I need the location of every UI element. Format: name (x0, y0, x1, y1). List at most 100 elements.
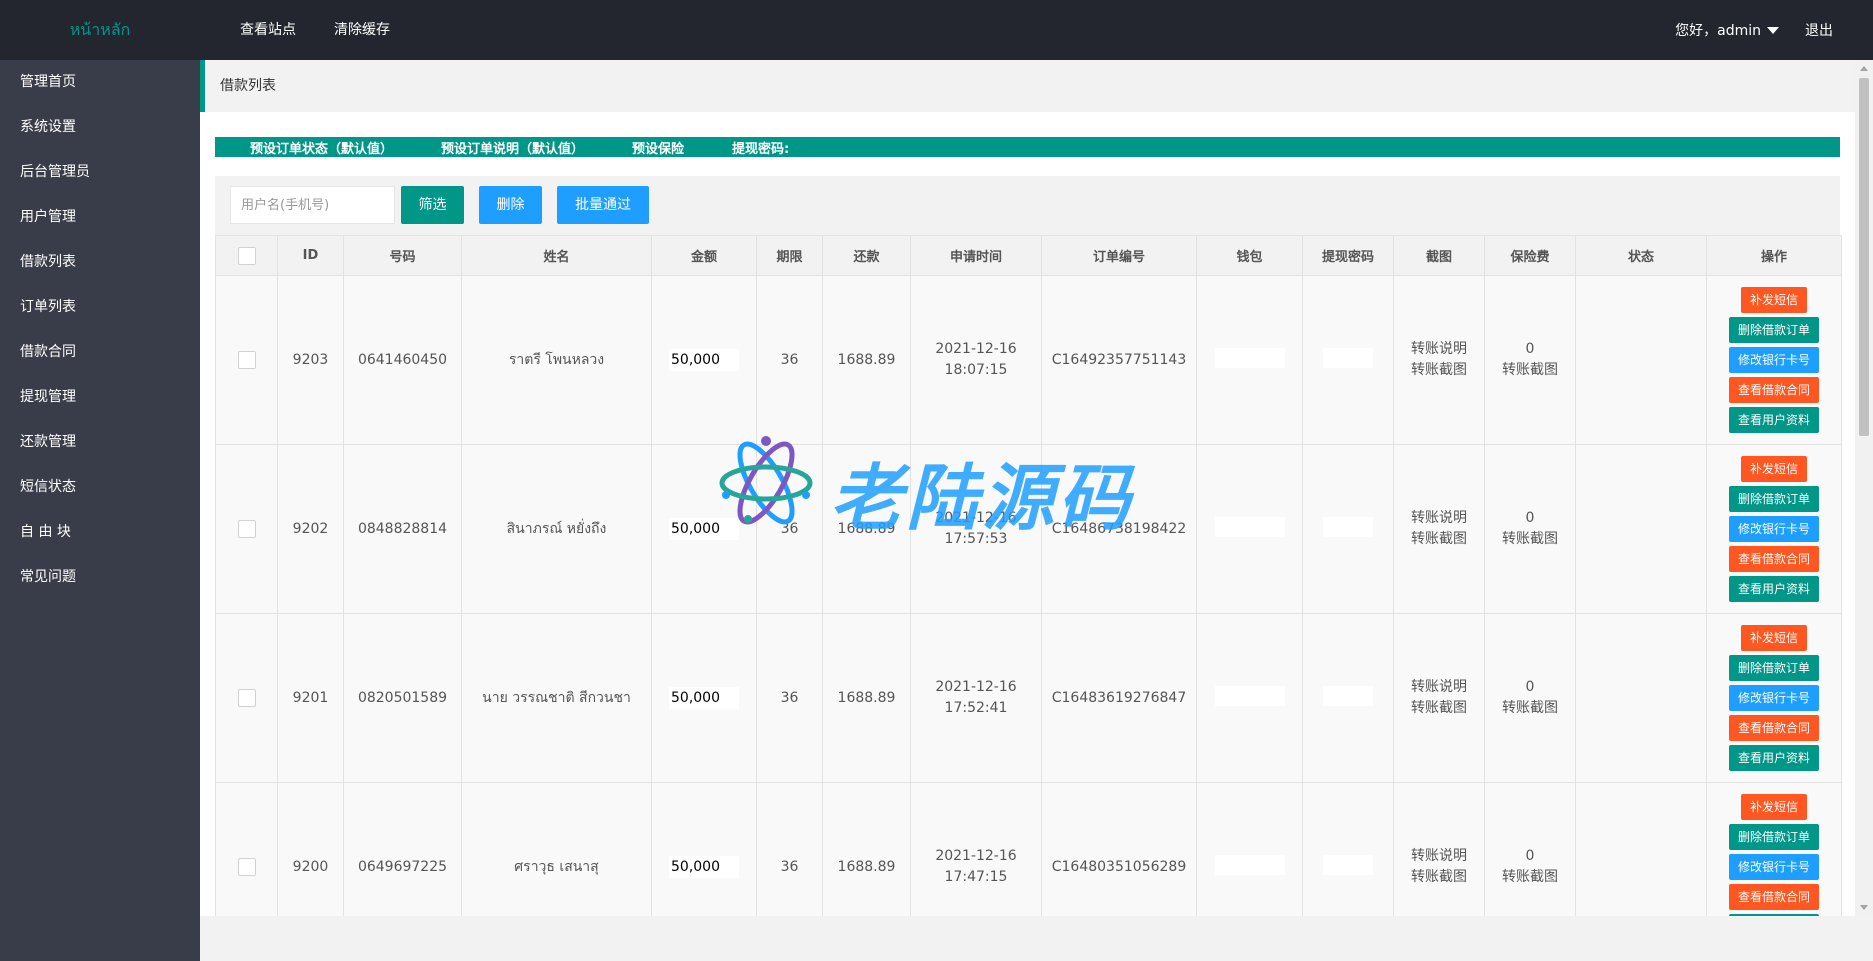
wallet-field[interactable] (1214, 686, 1285, 706)
amount-field[interactable]: 50,000 (669, 687, 739, 709)
cell-id: 9202 (277, 444, 344, 614)
column-header: 截图 (1393, 235, 1485, 276)
main-content: 借款列表 预设订单状态（默认值） 预设订单说明（默认值） 预设保险 提现密码: … (200, 60, 1855, 916)
cell-actions: 补发短信删除借款订单修改银行卡号查看借款合同查看用户资料 (1706, 444, 1842, 614)
preset-order-status[interactable]: 预设订单状态（默认值） (250, 138, 393, 157)
insurance-fee: 0 (1525, 848, 1535, 864)
select-all-checkbox[interactable] (237, 246, 256, 265)
transfer-screenshot-link[interactable]: 转账截图 (1394, 698, 1484, 719)
delete-loan-order-button[interactable]: 删除借款订单 (1728, 317, 1819, 343)
column-header: 订单编号 (1041, 235, 1197, 276)
insurance-screenshot-link[interactable]: 转账截图 (1485, 529, 1575, 550)
withdraw-password-field[interactable] (1323, 517, 1373, 537)
transfer-screenshot-link[interactable]: 转账截图 (1394, 529, 1484, 550)
insurance-screenshot-link[interactable]: 转账截图 (1485, 867, 1575, 888)
logout-link[interactable]: 退出 (1805, 20, 1833, 40)
transfer-note-link[interactable]: 转账说明 (1394, 508, 1484, 529)
row-select-cell[interactable] (215, 782, 278, 916)
delete-loan-order-button[interactable]: 删除借款订单 (1728, 655, 1819, 681)
cell-term: 36 (756, 444, 823, 614)
amount-field[interactable]: 50,000 (669, 856, 739, 878)
scroll-up-arrow-icon[interactable] (1860, 66, 1868, 71)
view-contract-button[interactable]: 查看借款合同 (1728, 377, 1819, 403)
edit-bank-card-button[interactable]: 修改银行卡号 (1728, 685, 1819, 711)
column-header: 操作 (1706, 235, 1842, 276)
header-select-all[interactable] (215, 235, 278, 276)
insurance-screenshot-link[interactable]: 转账截图 (1485, 360, 1575, 381)
sidebar-item-faq[interactable]: 常见问题 (0, 555, 200, 600)
transfer-note-link[interactable]: 转账说明 (1394, 677, 1484, 698)
row-checkbox[interactable] (237, 351, 256, 369)
resend-sms-button[interactable]: 补发短信 (1740, 287, 1807, 313)
sidebar-item-repayments[interactable]: 还款管理 (0, 420, 200, 465)
sidebar-item-loans[interactable]: 借款列表 (0, 240, 200, 285)
top-header: หน้าหลัก 查看站点 清除缓存 您好，admin 退出 (0, 0, 1873, 60)
edit-bank-card-button[interactable]: 修改银行卡号 (1728, 854, 1819, 880)
view-user-profile-button[interactable]: 查看用户资料 (1728, 576, 1819, 602)
withdraw-password-field[interactable] (1323, 855, 1373, 875)
view-user-profile-button[interactable]: 查看用户资料 (1728, 407, 1819, 433)
delete-loan-order-button[interactable]: 删除借款订单 (1728, 824, 1819, 850)
search-input[interactable] (230, 186, 395, 224)
row-select-cell[interactable] (215, 613, 278, 783)
withdraw-password-field[interactable] (1323, 686, 1373, 706)
preset-withdraw-password[interactable]: 提现密码: (732, 138, 789, 157)
transfer-note-link[interactable]: 转账说明 (1394, 339, 1484, 360)
wallet-field[interactable] (1214, 517, 1285, 537)
row-checkbox[interactable] (237, 520, 256, 538)
sidebar-item-withdrawals[interactable]: 提现管理 (0, 375, 200, 420)
cell-order-no: C16492357751143 (1041, 275, 1197, 445)
delete-button[interactable]: 删除 (479, 186, 542, 224)
table-row: 9200 0649697225 ศราวุธ เสนาสุ 50,000 36 1688.… (215, 782, 1842, 916)
resend-sms-button[interactable]: 补发短信 (1740, 456, 1807, 482)
wallet-field[interactable] (1214, 855, 1285, 875)
sidebar-item-orders[interactable]: 订单列表 (0, 285, 200, 330)
nav-clear-cache[interactable]: 清除缓存 (319, 0, 405, 60)
wallet-field[interactable] (1214, 348, 1285, 368)
transfer-screenshot-link[interactable]: 转账截图 (1394, 360, 1484, 381)
view-contract-button[interactable]: 查看借款合同 (1728, 546, 1819, 572)
view-contract-button[interactable]: 查看借款合同 (1728, 715, 1819, 741)
resend-sms-button[interactable]: 补发短信 (1740, 794, 1807, 820)
scroll-down-arrow-icon[interactable] (1860, 905, 1868, 910)
logo[interactable]: หน้าหลัก (0, 0, 200, 60)
row-checkbox[interactable] (237, 858, 256, 876)
view-contract-button[interactable]: 查看借款合同 (1728, 884, 1819, 910)
column-header: 期限 (756, 235, 823, 276)
amount-field[interactable]: 50,000 (669, 518, 739, 540)
amount-field[interactable]: 50,000 (669, 349, 739, 371)
user-menu[interactable]: 您好，admin (1675, 20, 1779, 40)
sidebar-item-users[interactable]: 用户管理 (0, 195, 200, 240)
filter-button[interactable]: 筛选 (401, 186, 464, 224)
view-user-profile-button[interactable]: 查看用户资料 (1728, 745, 1819, 771)
sidebar-item-home[interactable]: 管理首页 (0, 60, 200, 105)
delete-loan-order-button[interactable]: 删除借款订单 (1728, 486, 1819, 512)
sidebar-item-contracts[interactable]: 借款合同 (0, 330, 200, 375)
transfer-note-link[interactable]: 转账说明 (1394, 846, 1484, 867)
sidebar-item-free-block[interactable]: 自 由 块 (0, 510, 200, 555)
scroll-thumb[interactable] (1859, 78, 1869, 436)
cell-insurance: 0 转账截图 (1484, 613, 1576, 783)
row-select-cell[interactable] (215, 444, 278, 614)
transfer-screenshot-link[interactable]: 转账截图 (1394, 867, 1484, 888)
edit-bank-card-button[interactable]: 修改银行卡号 (1728, 347, 1819, 373)
batch-approve-button[interactable]: 批量通过 (557, 186, 649, 224)
preset-order-note[interactable]: 预设订单说明（默认值） (441, 138, 584, 157)
table-row: 9202 0848828814 สินาภรณ์ หยั่งถึง 50,000 36 1… (215, 444, 1842, 614)
edit-bank-card-button[interactable]: 修改银行卡号 (1728, 516, 1819, 542)
page-scrollbar[interactable] (1855, 60, 1873, 916)
resend-sms-button[interactable]: 补发短信 (1740, 625, 1807, 651)
cell-withdraw-password (1302, 444, 1394, 614)
sidebar-item-settings[interactable]: 系统设置 (0, 105, 200, 150)
sidebar-item-admins[interactable]: 后台管理员 (0, 150, 200, 195)
row-select-cell[interactable] (215, 275, 278, 445)
insurance-screenshot-link[interactable]: 转账截图 (1485, 698, 1575, 719)
row-checkbox[interactable] (237, 689, 256, 707)
nav-view-site[interactable]: 查看站点 (225, 0, 311, 60)
sidebar-item-sms-status[interactable]: 短信状态 (0, 465, 200, 510)
cell-insurance: 0 转账截图 (1484, 275, 1576, 445)
apply-date: 2021-12-16 (935, 679, 1017, 695)
cell-screenshot: 转账说明 转账截图 (1393, 782, 1485, 916)
preset-insurance[interactable]: 预设保险 (632, 138, 684, 157)
withdraw-password-field[interactable] (1323, 348, 1373, 368)
